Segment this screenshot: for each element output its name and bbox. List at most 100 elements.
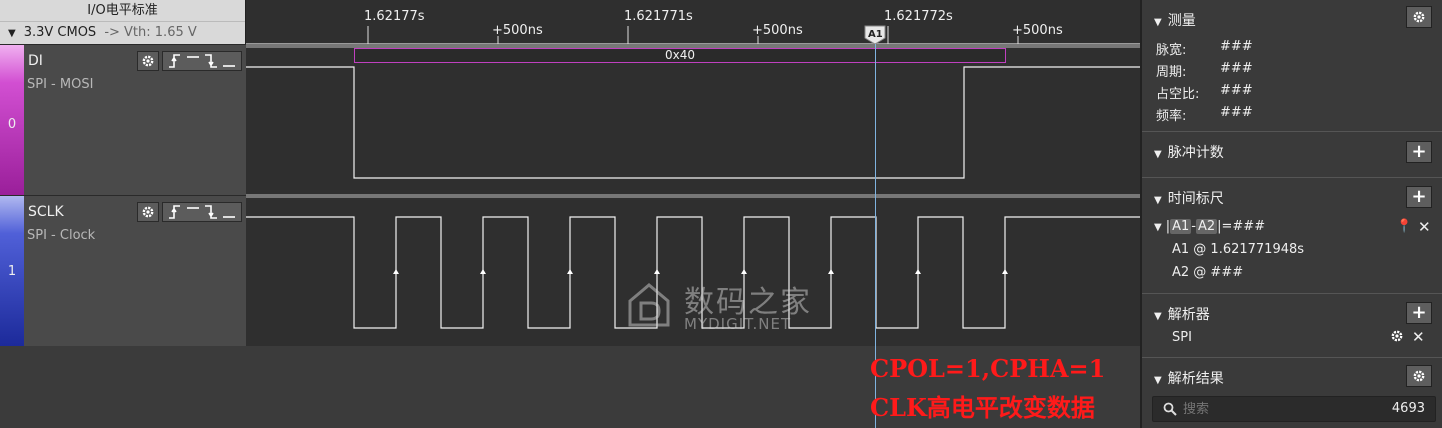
channel-row-di[interactable]: 0 DI SPI - MOSI	[0, 44, 246, 195]
analyzer-title: 解析器	[1167, 307, 1210, 323]
rising-edge-marker	[393, 269, 399, 274]
search-input[interactable]	[1183, 400, 1363, 418]
search-icon	[1163, 402, 1177, 416]
cursor-a2-time: A2 @ ###	[1172, 265, 1244, 280]
annotation-mode-text: CPOL=1,CPHA=1	[870, 354, 1106, 383]
pulse-count-header[interactable]: ▼ 脉冲计数	[1154, 142, 1224, 162]
time-ruler[interactable]: 1.62177s 1.621771s 1.621772s +500ns +500…	[246, 0, 1140, 44]
channel-name[interactable]: DI	[28, 53, 43, 69]
cursor-a1-label: A1	[868, 29, 883, 40]
vth-value: -> Vth: 1.65 V	[104, 25, 197, 40]
results-settings-button[interactable]	[1406, 365, 1432, 387]
timing-section: ▼ 时间标尺 + ▼ | A1- A2 |=### 📍 ✕ A1 @ 1.62177194…	[1142, 178, 1442, 294]
trigger-edge-selector[interactable]	[162, 202, 242, 222]
channel-settings-button[interactable]	[137, 51, 159, 71]
channel-settings-button[interactable]	[137, 202, 159, 222]
channel-index: 0	[7, 117, 17, 132]
channel-row-sclk[interactable]: 1 SCLK SPI - Clock	[0, 195, 246, 346]
ruler-minor-label: +500ns	[492, 23, 543, 38]
timing-delta-row[interactable]: ▼ | A1- A2 |=###	[1154, 219, 1265, 234]
rising-edge-marker	[828, 269, 834, 274]
trigger-edge-icons	[169, 54, 235, 68]
collapse-arrow-icon: ▼	[1154, 149, 1162, 160]
ruler-minor-label: +500ns	[1012, 23, 1063, 38]
trigger-edge-icons	[169, 205, 235, 219]
channel-divider	[246, 194, 1140, 198]
close-icon[interactable]: ✕	[1418, 218, 1431, 236]
collapse-arrow-icon: ▼	[1154, 17, 1162, 28]
measure-value: ###	[1220, 39, 1253, 54]
measure-row-frequency: 频率: ###	[1156, 105, 1253, 124]
di-signal-trace	[246, 66, 1140, 179]
add-analyzer-button[interactable]: +	[1406, 302, 1432, 324]
channel-index: 1	[7, 264, 17, 279]
timing-title: 时间标尺	[1167, 191, 1224, 207]
rising-edge-marker	[480, 269, 486, 274]
results-header[interactable]: ▼ 解析结果	[1154, 368, 1224, 388]
io-standard-value: 3.3V CMOS	[23, 25, 97, 40]
measure-section: ▼ 测量 脉宽: ### 周期: ### 占空比: ### 频率: ###	[1142, 0, 1442, 132]
gear-icon	[1413, 11, 1425, 23]
rising-edge-marker	[654, 269, 660, 274]
timing-header[interactable]: ▼ 时间标尺	[1154, 188, 1224, 208]
annotation-note-text: CLK高电平改变数据	[870, 393, 1095, 422]
cursor-a2-chip[interactable]: A2	[1195, 219, 1218, 234]
pin-icon[interactable]: 📍	[1396, 219, 1412, 234]
gear-icon	[142, 206, 154, 218]
time-ruler-svg: 1.62177s 1.621771s 1.621772s +500ns +500…	[246, 9, 1140, 44]
io-standard-header: I/O电平标准 ▼ 3.3V CMOS -> Vth: 1.65 V	[0, 0, 246, 44]
delta-value: |=###	[1217, 219, 1266, 234]
collapse-arrow-icon: ▼	[1154, 222, 1162, 233]
remove-analyzer-button[interactable]: ✕	[1412, 328, 1425, 346]
add-timing-marker-button[interactable]: +	[1406, 186, 1432, 208]
measure-label: 频率:	[1156, 109, 1187, 124]
measure-title: 测量	[1167, 13, 1196, 29]
channel-subtitle: SPI - MOSI	[27, 77, 94, 92]
plus-icon: +	[1411, 302, 1427, 323]
pulse-count-section: ▼ 脉冲计数 +	[1142, 132, 1442, 178]
cursor-a1-time: A1 @ 1.621771948s	[1172, 242, 1305, 257]
channel-name[interactable]: SCLK	[28, 204, 64, 220]
gear-icon	[1391, 330, 1403, 342]
plus-icon: +	[1411, 186, 1427, 207]
decode-frame-value: 0x40	[665, 48, 695, 62]
measure-value: ###	[1220, 105, 1253, 120]
ruler-major-label: 1.621771s	[624, 9, 693, 24]
rising-edge-marker	[915, 269, 921, 274]
channel-toolbar	[137, 202, 242, 222]
analyzer-section: ▼ 解析器 + SPI ✕	[1142, 294, 1442, 358]
gear-icon	[142, 55, 154, 67]
io-standard-select[interactable]: ▼ 3.3V CMOS -> Vth: 1.65 V	[0, 22, 245, 44]
rising-edge-marker	[567, 269, 573, 274]
measure-label: 占空比:	[1156, 87, 1200, 102]
watermark-en-text: MYDIGIT.NET	[684, 315, 792, 333]
analyzer-header[interactable]: ▼ 解析器	[1154, 304, 1210, 324]
add-pulse-count-button[interactable]: +	[1406, 141, 1432, 163]
io-standard-title: I/O电平标准	[0, 0, 245, 22]
measure-row-period: 周期: ###	[1156, 61, 1253, 80]
rising-edge-marker	[741, 269, 747, 274]
analyzer-settings-button[interactable]	[1390, 329, 1404, 347]
ruler-major-label: 1.62177s	[364, 9, 425, 24]
dropdown-arrow-icon: ▼	[8, 28, 16, 39]
trigger-edge-selector[interactable]	[162, 51, 242, 71]
cursor-a1-marker[interactable]: A1	[864, 25, 886, 44]
cursor-a1-chip[interactable]: A1	[1170, 219, 1192, 234]
measure-settings-button[interactable]	[1406, 6, 1432, 28]
plus-icon: +	[1411, 141, 1427, 162]
measure-label: 周期:	[1156, 65, 1187, 80]
gear-icon	[1413, 370, 1425, 382]
measure-value: ###	[1220, 61, 1253, 76]
channel-subtitle: SPI - Clock	[27, 228, 96, 243]
collapse-arrow-icon: ▼	[1154, 195, 1162, 206]
close-icon: ✕	[1412, 328, 1425, 346]
watermark-logo-icon	[628, 283, 670, 327]
watermark: 数码之家 MYDIGIT.NET	[624, 275, 834, 335]
results-search-box[interactable]: 4693	[1152, 396, 1436, 422]
measure-value: ###	[1220, 83, 1253, 98]
ruler-major-label: 1.621772s	[884, 9, 953, 24]
measure-header[interactable]: ▼ 测量	[1154, 10, 1196, 30]
results-title: 解析结果	[1167, 371, 1224, 387]
ruler-minor-label: +500ns	[752, 23, 803, 38]
results-count: 4693	[1391, 401, 1425, 416]
